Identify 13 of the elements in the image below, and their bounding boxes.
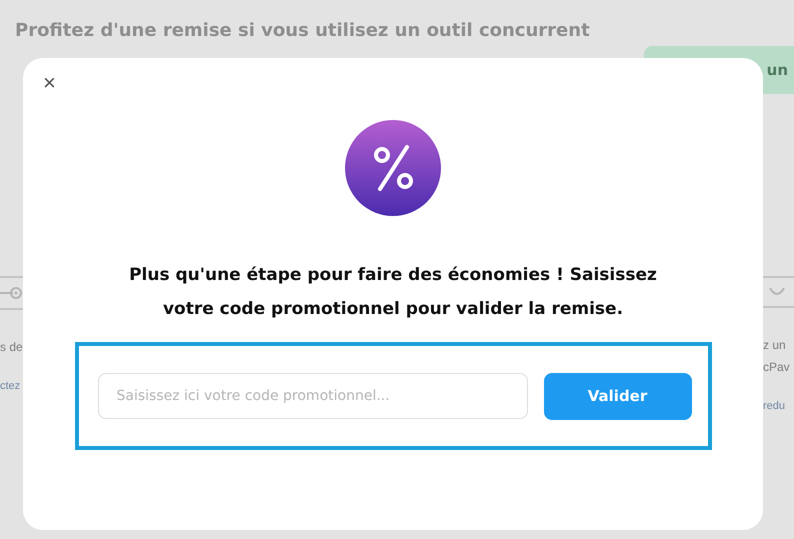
instruction-text: Plus qu'une étape pour faire des économies ! Saisissez votre code promotionnel pour valider la remise. (128, 264, 658, 321)
slider-icon (0, 286, 23, 300)
page-heading: Profitez d'une remise si vous utilisez un outil concurrent (15, 20, 590, 41)
text-fragment: s de (0, 340, 23, 354)
close-button[interactable]: × (39, 72, 60, 94)
validate-button[interactable]: Valider (544, 372, 692, 420)
promo-code-field[interactable]: Saisissez ici votre code promotionnel... (98, 373, 528, 419)
link-fragment[interactable]: redu (763, 400, 786, 412)
text-fragment: cPav (763, 360, 790, 374)
text-fragment: z un (763, 338, 786, 352)
percent-icon (345, 120, 441, 216)
arc-icon (767, 286, 787, 298)
link-fragment[interactable]: ctez (0, 380, 20, 392)
